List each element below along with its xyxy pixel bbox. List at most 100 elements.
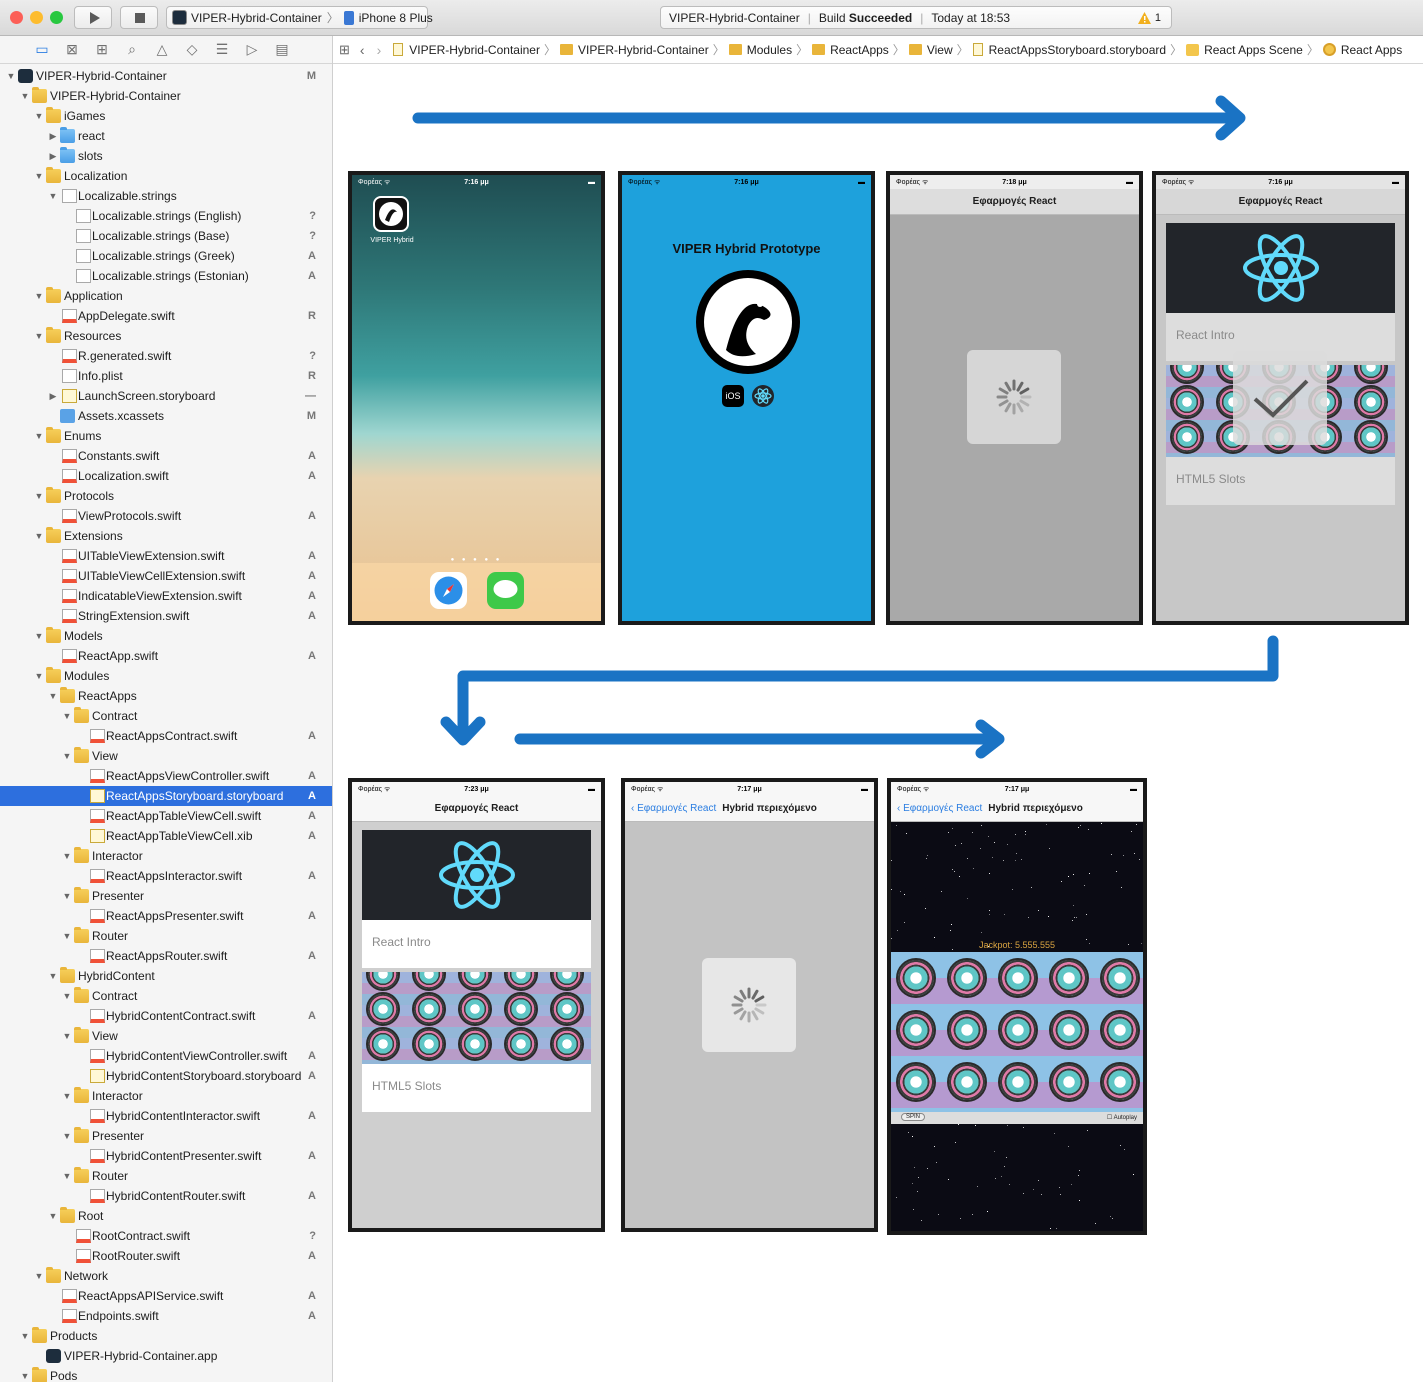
navigator-row[interactable]: ▼ VIPER-Hybrid-Container [0, 86, 332, 106]
scheme-selector[interactable]: VIPER-Hybrid-Container 〉 iPhone 8 Plus [166, 6, 433, 29]
navigator-row[interactable]: ▶ slots [0, 146, 332, 166]
scheme-device-label[interactable]: iPhone 8 Plus [359, 11, 433, 25]
hierarchy-icon[interactable]: ⊞ [93, 41, 111, 58]
navigator-row[interactable]: ▼ Extensions [0, 526, 332, 546]
safari-icon[interactable] [430, 572, 467, 609]
jump-bar-item[interactable]: VIPER-Hybrid-Container [393, 43, 540, 57]
navigator-row[interactable]: ▼ Presenter [0, 1126, 332, 1146]
navigator-row[interactable]: Endpoints.swift A [0, 1306, 332, 1326]
report-icon[interactable]: ▤ [273, 41, 291, 58]
slot-reels[interactable] [891, 952, 1143, 1112]
html5-slots-cell[interactable]: HTML5 Slots [362, 1064, 591, 1112]
test-icon[interactable]: ◇ [183, 41, 201, 58]
breakpoint-icon[interactable]: ▷ [243, 41, 261, 58]
close-window-button[interactable] [10, 11, 23, 24]
source-control-icon[interactable]: ⊠ [63, 41, 81, 58]
navigator-row[interactable]: ▼ View [0, 1026, 332, 1046]
navigator-row[interactable]: ▼ Contract [0, 706, 332, 726]
navigator-row[interactable]: ▼ Root [0, 1206, 332, 1226]
navigator-row[interactable]: ReactAppsRouter.swift A [0, 946, 332, 966]
navigator-row[interactable]: ReactAppsContract.swift A [0, 726, 332, 746]
messages-icon[interactable] [487, 572, 524, 609]
navigator-row[interactable]: Localization.swift A [0, 466, 332, 486]
disclosure-open-icon[interactable]: ▼ [62, 886, 72, 906]
stop-button[interactable] [120, 6, 158, 29]
navigator-row[interactable]: Localizable.strings (Estonian) A [0, 266, 332, 286]
navigator-row[interactable]: ▼ VIPER-Hybrid-Container M [0, 66, 332, 86]
folder-icon[interactable]: ▭ [33, 41, 51, 58]
disclosure-open-icon[interactable]: ▼ [34, 1266, 44, 1286]
navigator-row[interactable]: IndicatableViewExtension.swift A [0, 586, 332, 606]
back-button[interactable]: ‹ Εφαρμογές React [631, 803, 716, 814]
navigator-row[interactable]: RootContract.swift? [0, 1226, 332, 1246]
react-intro-banner[interactable] [362, 830, 591, 920]
navigator-row[interactable]: Localizable.strings (English)? [0, 206, 332, 226]
navigator-row[interactable]: Localizable.strings (Greek) A [0, 246, 332, 266]
screen-hybrid-loading[interactable]: Φορέας ᯤ 7:17 μμ ▬ ‹ Εφαρμογές React Hyb… [621, 778, 878, 1232]
navigator-row[interactable]: ▼ Network [0, 1266, 332, 1286]
navigator-row[interactable]: UITableViewCellExtension.swift A [0, 566, 332, 586]
navigator-row[interactable]: ▼ ReactApps [0, 686, 332, 706]
navigator-row[interactable]: AppDelegate.swift R [0, 306, 332, 326]
disclosure-open-icon[interactable]: ▼ [34, 166, 44, 186]
navigator-row[interactable]: ReactAppsInteractor.swift A [0, 866, 332, 886]
minimize-window-button[interactable] [30, 11, 43, 24]
navigator-row[interactable]: ▼ Products [0, 1326, 332, 1346]
spin-button[interactable]: SPIN [901, 1113, 926, 1121]
navigator-row[interactable]: ReactAppTableViewCell.xib A [0, 826, 332, 846]
disclosure-open-icon[interactable]: ▼ [20, 86, 30, 106]
debug-icon[interactable]: ☰ [213, 41, 231, 58]
navigator-row[interactable]: ▼ Presenter [0, 886, 332, 906]
screen-hybrid-slots[interactable]: Φορέας ᯤ 7:17 μμ ▬ ‹ Εφαρμογές React Hyb… [887, 778, 1147, 1235]
disclosure-open-icon[interactable]: ▼ [62, 926, 72, 946]
jump-bar-item[interactable]: VIPER-Hybrid-Container [559, 43, 709, 57]
navigator-row[interactable]: Constants.swift A [0, 446, 332, 466]
warning-indicator[interactable]: 1 [1137, 11, 1161, 24]
disclosure-open-icon[interactable]: ▼ [34, 326, 44, 346]
disclosure-open-icon[interactable]: ▼ [62, 986, 72, 1006]
search-icon[interactable]: ⌕ [123, 41, 141, 58]
navigator-row[interactable]: ReactAppsPresenter.swift A [0, 906, 332, 926]
navigator-row[interactable]: ReactAppsAPIService.swift A [0, 1286, 332, 1306]
back-arrow-icon[interactable]: ‹ [360, 42, 365, 58]
html5-slots-banner[interactable] [362, 972, 591, 1064]
navigator-row[interactable]: Localizable.strings (Base)? [0, 226, 332, 246]
navigator-row[interactable]: ▼ Enums [0, 426, 332, 446]
disclosure-open-icon[interactable]: ▼ [62, 706, 72, 726]
disclosure-open-icon[interactable]: ▼ [34, 286, 44, 306]
disclosure-open-icon[interactable]: ▼ [34, 426, 44, 446]
navigator-row[interactable]: ReactAppsViewController.swift A [0, 766, 332, 786]
disclosure-open-icon[interactable]: ▼ [62, 746, 72, 766]
screen-home[interactable]: Φορέας ᯤ 7:16 μμ ▬ VIPER Hybrid ● ● ● ● … [348, 171, 605, 625]
storyboard-canvas[interactable]: Φορέας ᯤ 7:16 μμ ▬ VIPER Hybrid ● ● ● ● … [333, 65, 1423, 1382]
disclosure-open-icon[interactable]: ▼ [20, 1366, 30, 1382]
disclosure-open-icon[interactable]: ▼ [48, 686, 58, 706]
navigator-row[interactable]: Assets.xcassets M [0, 406, 332, 426]
navigator-row[interactable]: ▼ Pods [0, 1366, 332, 1382]
disclosure-closed-icon[interactable]: ▶ [48, 126, 58, 146]
navigator-row[interactable]: ▼ Router [0, 926, 332, 946]
navigator-row[interactable]: ▼ Protocols [0, 486, 332, 506]
navigator-row[interactable]: ReactApp.swift A [0, 646, 332, 666]
navigator-row[interactable]: HybridContentPresenter.swift A [0, 1146, 332, 1166]
navigator-row[interactable]: ▼ Contract [0, 986, 332, 1006]
navigator-row[interactable]: HybridContentRouter.swift A [0, 1186, 332, 1206]
related-items-icon[interactable]: ⊞ [339, 42, 350, 58]
disclosure-open-icon[interactable]: ▼ [48, 186, 58, 206]
screen-list-selected[interactable]: Φορέας ᯤ 7:16 μμ ▬ Εφαρμογές React React… [1152, 171, 1409, 625]
navigator-row[interactable]: ▼ Models [0, 626, 332, 646]
disclosure-closed-icon[interactable]: ▶ [48, 146, 58, 166]
screen-splash[interactable]: Φορέας ᯤ 7:16 μμ ▬ VIPER Hybrid Prototyp… [618, 171, 875, 625]
navigator-row[interactable]: ▼ Interactor [0, 1086, 332, 1106]
navigator-row[interactable]: ▼ Modules [0, 666, 332, 686]
disclosure-open-icon[interactable]: ▼ [6, 66, 16, 86]
navigator-row[interactable]: ▼ Interactor [0, 846, 332, 866]
jump-bar-item[interactable]: Modules [728, 43, 792, 57]
viper-app-icon[interactable] [373, 196, 409, 232]
run-button[interactable] [74, 6, 112, 29]
disclosure-open-icon[interactable]: ▼ [34, 486, 44, 506]
navigator-row[interactable]: HybridContentInteractor.swift A [0, 1106, 332, 1126]
disclosure-open-icon[interactable]: ▼ [48, 966, 58, 986]
navigator-row[interactable]: ▼ iGames [0, 106, 332, 126]
jump-bar-item[interactable]: ReactAppsStoryboard.storyboard [972, 43, 1166, 57]
